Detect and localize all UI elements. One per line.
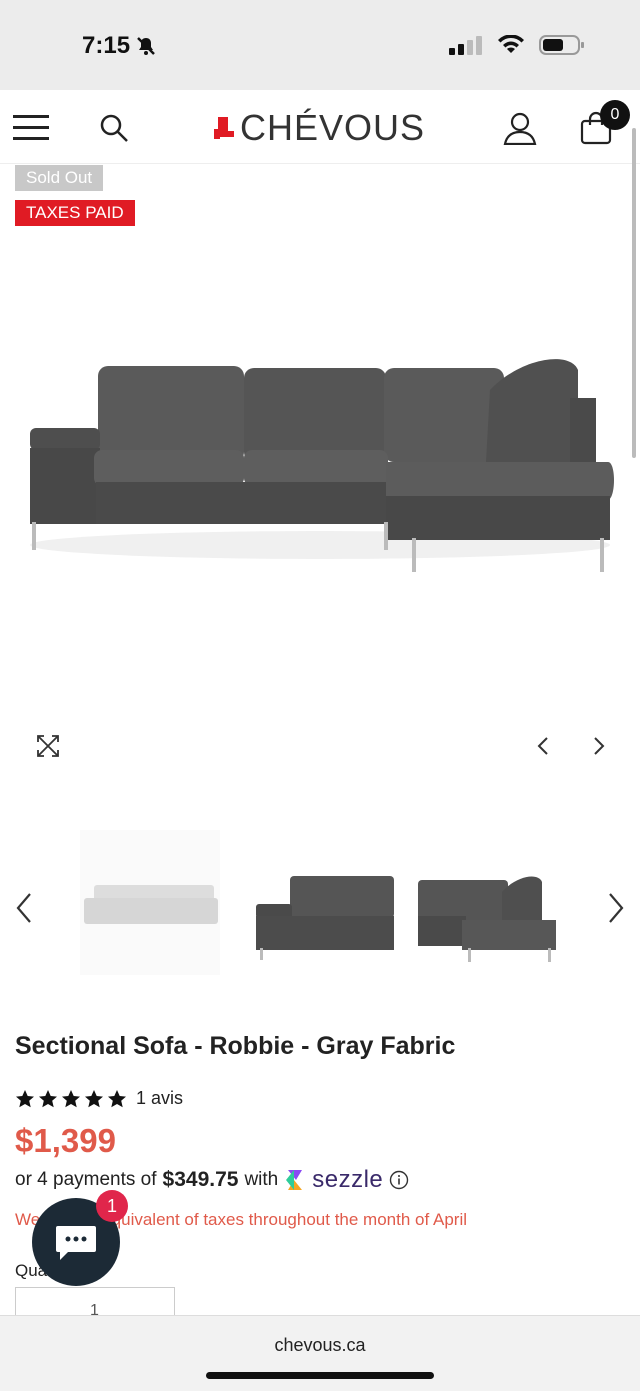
gallery-next-icon[interactable] [586, 734, 610, 758]
status-icons [449, 34, 585, 56]
logo[interactable]: CHÉVOUS [214, 106, 425, 150]
installment-amount: $349.75 [162, 1168, 239, 1191]
search-icon [100, 114, 128, 142]
chair-logo-icon [214, 117, 234, 139]
thumbs-next-icon[interactable] [604, 890, 628, 926]
battery-icon [539, 35, 584, 55]
star-icon [85, 1089, 103, 1107]
installment-info: or 4 payments of $349.75 with sezzle [15, 1166, 409, 1194]
account-button[interactable] [498, 106, 542, 150]
product-title: Sectional Sofa - Robbie - Gray Fabric [15, 1032, 456, 1060]
star-icon [16, 1089, 34, 1107]
home-indicator[interactable] [206, 1372, 434, 1379]
search-button[interactable] [92, 106, 136, 150]
clock: 7:15 [82, 32, 131, 59]
star-icon [39, 1089, 57, 1107]
sezzle-logo-icon [286, 1170, 303, 1190]
gallery-prev-icon[interactable] [532, 734, 556, 758]
star-icon [62, 1089, 80, 1107]
info-icon[interactable] [389, 1170, 409, 1190]
menu-button[interactable] [10, 106, 54, 150]
sezzle-brand[interactable]: sezzle [312, 1166, 383, 1194]
signal-icon [449, 36, 482, 55]
review-count[interactable]: 1 avis [136, 1088, 183, 1109]
promo-visible-end: equivalent of taxes throughout the month… [102, 1210, 467, 1229]
user-icon [503, 112, 537, 145]
rating[interactable]: 1 avis [15, 1088, 183, 1109]
bell-muted-icon [137, 37, 155, 55]
browser-url-bar[interactable]: chevous.ca [0, 1315, 640, 1391]
status-bar: 7:15 [0, 0, 640, 90]
thumbnail-1[interactable] [80, 830, 220, 975]
star-icon [108, 1089, 126, 1107]
product-main-image[interactable] [0, 330, 640, 590]
sold-out-badge: Sold Out [15, 165, 104, 191]
thumbnail-3[interactable] [418, 830, 558, 975]
site-header: CHÉVOUS 0 [0, 90, 640, 164]
logo-text: CHÉVOUS [240, 107, 426, 148]
chat-notification-badge: 1 [96, 1190, 128, 1222]
status-time: 7:15 [82, 32, 156, 60]
thumbnail-2[interactable] [254, 830, 394, 975]
chat-icon [56, 1226, 96, 1260]
product-price: $1,399 [15, 1122, 116, 1159]
installment-prefix: or 4 payments of [15, 1169, 157, 1190]
url-text[interactable]: chevous.ca [0, 1335, 640, 1356]
cart-button[interactable]: 0 [574, 100, 630, 150]
wifi-icon [498, 35, 524, 53]
installment-suffix: with [244, 1169, 279, 1190]
cart-count-badge: 0 [600, 100, 630, 130]
expand-icon[interactable] [34, 732, 62, 760]
taxes-paid-badge: TAXES PAID [15, 200, 135, 226]
thumbs-prev-icon[interactable] [12, 890, 36, 926]
hamburger-icon [13, 115, 49, 140]
